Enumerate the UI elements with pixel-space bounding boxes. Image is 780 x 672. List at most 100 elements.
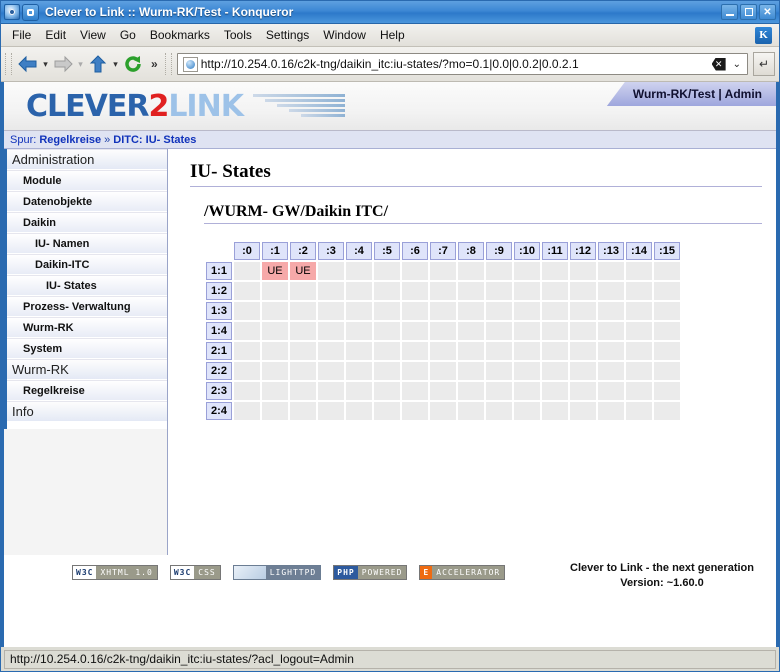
grid-cell[interactable] (290, 362, 316, 380)
sidebar-item-wurm-rk[interactable]: Wurm-RK (7, 317, 167, 338)
grid-cell[interactable] (458, 282, 484, 300)
grid-cell[interactable] (318, 382, 344, 400)
grid-cell[interactable] (346, 282, 372, 300)
grid-cell[interactable] (234, 302, 260, 320)
sidebar-item-daikin-itc[interactable]: Daikin-ITC (7, 254, 167, 275)
grid-cell[interactable] (626, 302, 652, 320)
grid-cell[interactable] (626, 322, 652, 340)
grid-cell[interactable] (626, 282, 652, 300)
footer-badge[interactable]: E ACCELERATOR (419, 565, 506, 580)
maximize-button[interactable] (740, 4, 757, 20)
grid-cell[interactable] (654, 302, 680, 320)
grid-cell[interactable] (570, 322, 596, 340)
grid-cell[interactable] (458, 342, 484, 360)
grid-cell[interactable] (346, 382, 372, 400)
grid-cell[interactable] (430, 362, 456, 380)
grid-cell[interactable] (486, 402, 512, 420)
grid-cell[interactable] (598, 322, 624, 340)
grid-cell[interactable] (374, 362, 400, 380)
grid-cell[interactable] (234, 342, 260, 360)
grid-cell[interactable] (262, 382, 288, 400)
sidebar-item-regelkreise[interactable]: Regelkreise (7, 380, 167, 401)
grid-cell[interactable] (234, 262, 260, 280)
menu-view[interactable]: View (73, 26, 113, 44)
grid-cell[interactable] (542, 322, 568, 340)
grid-cell[interactable] (402, 382, 428, 400)
grid-cell[interactable] (542, 382, 568, 400)
grid-cell[interactable] (654, 262, 680, 280)
grid-cell[interactable] (346, 322, 372, 340)
menu-edit[interactable]: Edit (38, 26, 73, 44)
breadcrumb-item-iu-states[interactable]: DITC: IU- States (113, 134, 196, 146)
grid-cell[interactable] (402, 282, 428, 300)
grid-cell[interactable] (626, 402, 652, 420)
grid-cell[interactable] (458, 322, 484, 340)
menu-bookmarks[interactable]: Bookmarks (143, 26, 217, 44)
urlbar-grip[interactable] (164, 53, 172, 75)
grid-cell[interactable] (290, 402, 316, 420)
grid-cell[interactable] (262, 322, 288, 340)
grid-cell[interactable] (374, 302, 400, 320)
menu-file[interactable]: File (5, 26, 38, 44)
grid-cell[interactable] (402, 262, 428, 280)
up-icon[interactable] (87, 53, 109, 75)
url-input[interactable]: http://10.254.0.16/c2k-tng/daikin_itc:iu… (201, 57, 712, 71)
grid-cell-alarm[interactable]: UE (290, 262, 316, 280)
grid-cell[interactable] (570, 302, 596, 320)
grid-cell[interactable] (430, 302, 456, 320)
grid-cell[interactable] (514, 262, 540, 280)
menu-window[interactable]: Window (316, 26, 373, 44)
grid-cell[interactable] (346, 262, 372, 280)
grid-cell[interactable] (542, 402, 568, 420)
grid-cell[interactable] (318, 322, 344, 340)
grid-cell[interactable] (486, 382, 512, 400)
grid-cell[interactable] (570, 362, 596, 380)
footer-badge[interactable]: W3C XHTML 1.0 (72, 565, 158, 580)
grid-cell[interactable] (598, 262, 624, 280)
grid-cell[interactable] (570, 342, 596, 360)
account-badge[interactable]: Wurm-RK/Test | Admin (606, 82, 776, 106)
grid-cell[interactable] (430, 282, 456, 300)
clear-url-icon[interactable]: ✕ (711, 57, 726, 71)
grid-cell[interactable] (514, 302, 540, 320)
grid-cell[interactable] (514, 342, 540, 360)
grid-cell[interactable] (430, 382, 456, 400)
grid-cell[interactable] (402, 302, 428, 320)
grid-cell[interactable] (458, 362, 484, 380)
grid-cell[interactable] (570, 402, 596, 420)
grid-cell[interactable] (346, 302, 372, 320)
grid-cell[interactable] (486, 262, 512, 280)
grid-cell[interactable] (318, 302, 344, 320)
grid-cell[interactable] (262, 362, 288, 380)
grid-cell[interactable] (234, 322, 260, 340)
grid-cell[interactable] (346, 402, 372, 420)
grid-cell[interactable] (374, 262, 400, 280)
grid-cell[interactable] (654, 342, 680, 360)
grid-cell[interactable] (290, 282, 316, 300)
grid-cell[interactable] (430, 262, 456, 280)
grid-cell-alarm[interactable]: UE (262, 262, 288, 280)
grid-cell[interactable] (458, 302, 484, 320)
grid-cell[interactable] (234, 282, 260, 300)
grid-cell[interactable] (542, 262, 568, 280)
sidebar-item-daikin[interactable]: Daikin (7, 212, 167, 233)
grid-cell[interactable] (262, 402, 288, 420)
grid-cell[interactable] (318, 262, 344, 280)
grid-cell[interactable] (654, 382, 680, 400)
sidebar-group-wurm-rk[interactable]: Wurm-RK (7, 359, 167, 380)
grid-cell[interactable] (486, 322, 512, 340)
grid-cell[interactable] (542, 282, 568, 300)
go-button[interactable]: ↵ (753, 52, 775, 76)
grid-cell[interactable] (598, 342, 624, 360)
window-menu-icon[interactable] (4, 4, 20, 20)
grid-cell[interactable] (598, 402, 624, 420)
grid-cell[interactable] (234, 362, 260, 380)
grid-cell[interactable] (430, 342, 456, 360)
grid-cell[interactable] (234, 382, 260, 400)
grid-cell[interactable] (598, 302, 624, 320)
grid-cell[interactable] (514, 282, 540, 300)
reload-icon[interactable] (122, 53, 144, 75)
grid-cell[interactable] (290, 342, 316, 360)
grid-cell[interactable] (542, 342, 568, 360)
grid-cell[interactable] (486, 302, 512, 320)
